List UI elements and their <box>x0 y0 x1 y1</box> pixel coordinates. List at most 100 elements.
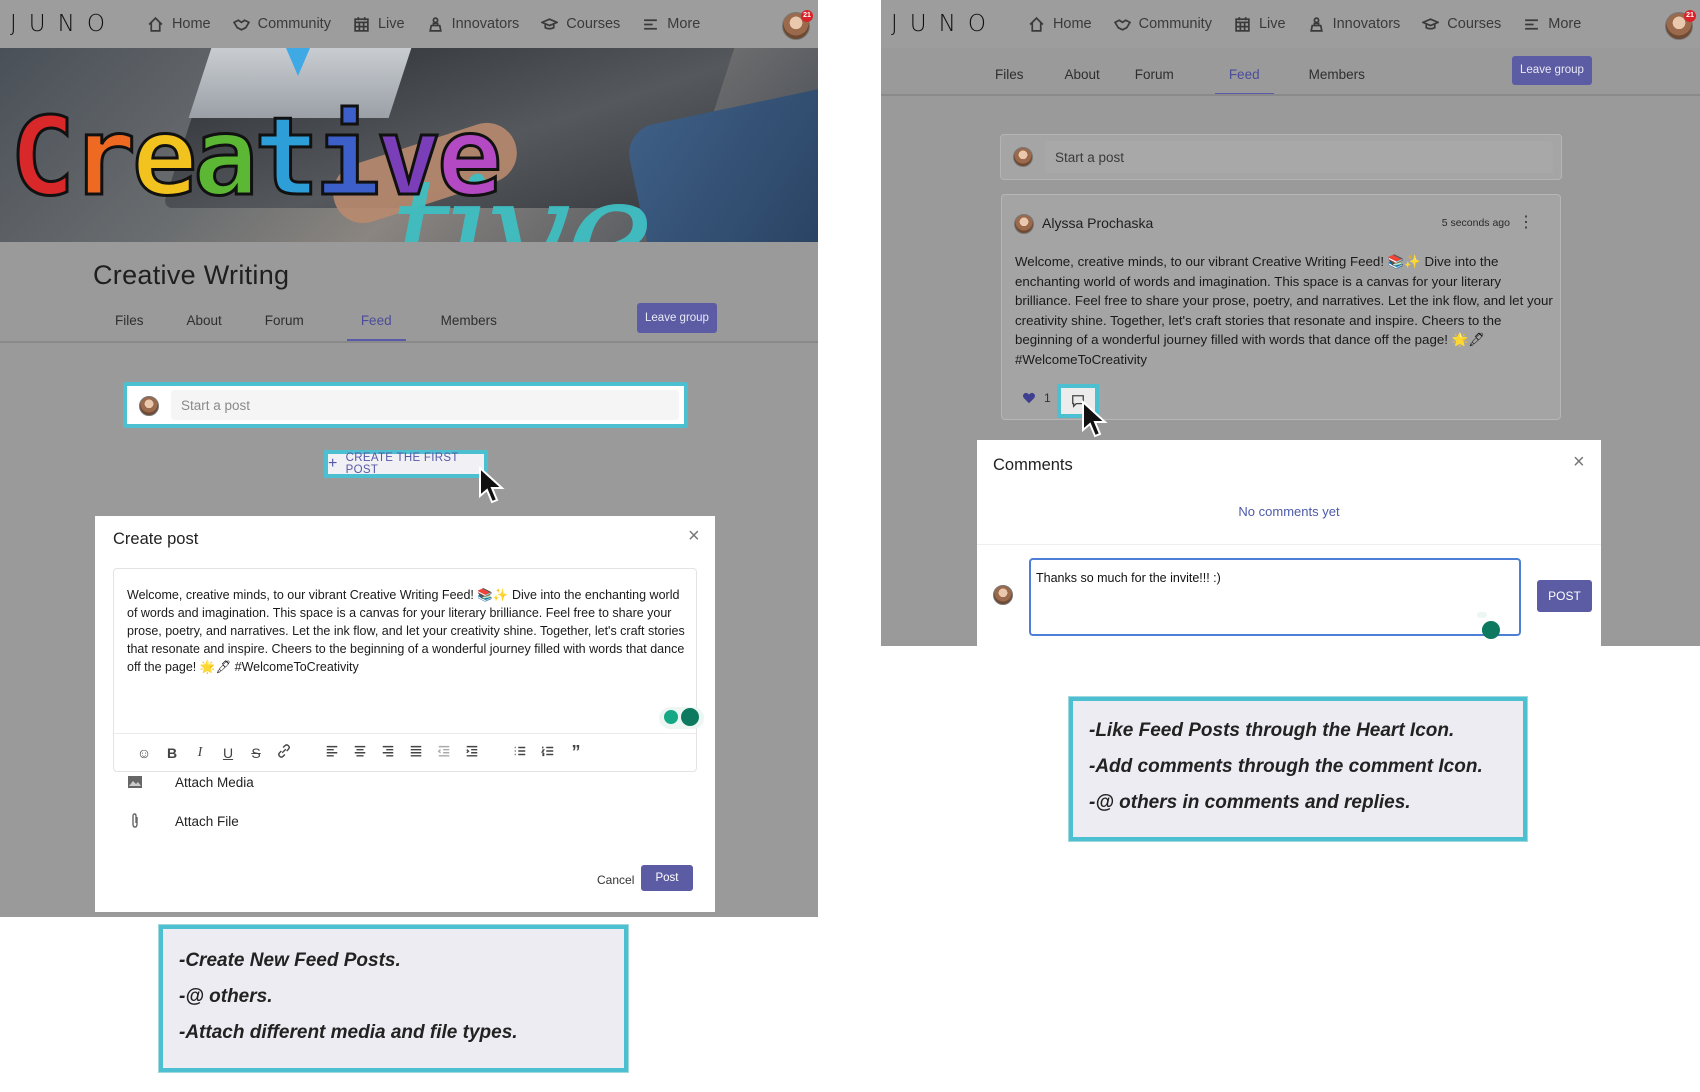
callout-line: -@ others in comments and replies. <box>1089 792 1411 813</box>
home-icon <box>1029 16 1044 32</box>
nav-home[interactable]: Home <box>1028 16 1092 33</box>
group-banner: tive Creative <box>0 48 818 242</box>
align-right-icon[interactable] <box>374 744 402 761</box>
tab-feed[interactable]: Feed <box>346 313 406 341</box>
start-post-input[interactable]: Start a post <box>1045 141 1553 173</box>
tab-members[interactable]: Members <box>1309 67 1365 82</box>
grammarly-logo-icon <box>681 708 699 726</box>
nav-innovators[interactable]: Innovators <box>1308 16 1401 33</box>
emoji-icon[interactable]: ☺ <box>130 745 158 761</box>
post-button[interactable]: Post <box>641 865 693 891</box>
mouse-cursor-icon <box>1082 400 1108 438</box>
nav-courses[interactable]: Courses <box>1422 16 1501 33</box>
nav-more-label: More <box>667 16 701 32</box>
comments-divider <box>977 544 1601 545</box>
nav-live[interactable]: Live <box>353 16 405 33</box>
nav-community-label: Community <box>1138 16 1212 32</box>
nav-community-label: Community <box>257 16 331 32</box>
nav-courses[interactable]: Courses <box>541 16 620 33</box>
close-icon[interactable]: × <box>1573 452 1585 472</box>
link-icon[interactable] <box>270 744 298 761</box>
tab-feed[interactable]: Feed <box>1214 67 1274 95</box>
grammarly-widget[interactable] <box>1477 612 1500 639</box>
align-left-icon[interactable] <box>318 744 346 761</box>
tab-forum[interactable]: Forum <box>1135 67 1174 82</box>
comments-panel: Comments × No comments yet Thanks so muc… <box>977 440 1601 646</box>
nav-innovators-label: Innovators <box>1332 16 1401 32</box>
left-callout: -Create New Feed Posts. -@ others. -Atta… <box>159 925 628 1072</box>
notification-badge: 21 <box>1684 10 1696 22</box>
tab-about[interactable]: About <box>187 313 222 328</box>
attach-media-label: Attach Media <box>175 774 254 790</box>
header-divider <box>881 94 1700 96</box>
top-nav: JUNO Home Community Live Innovators Cour… <box>0 0 818 48</box>
nav-community[interactable]: Community <box>232 16 331 33</box>
nav-home-label: Home <box>171 16 211 32</box>
like-button[interactable]: 1 <box>1022 391 1051 405</box>
header-divider <box>0 341 818 343</box>
bold-icon[interactable]: B <box>158 745 186 761</box>
like-count: 1 <box>1044 391 1051 405</box>
more-options-icon[interactable]: ⋮ <box>1518 215 1534 231</box>
start-post-input[interactable]: Start a post <box>171 390 679 420</box>
callout-line: -Like Feed Posts through the Heart Icon. <box>1089 720 1455 741</box>
post-author[interactable]: Alyssa Prochaska <box>1042 215 1153 231</box>
attach-file-label: Attach File <box>175 813 239 829</box>
grammarly-widget[interactable] <box>659 707 704 729</box>
quote-icon[interactable]: ” <box>562 742 590 763</box>
nav-live[interactable]: Live <box>1234 16 1286 33</box>
underline-icon[interactable]: U <box>214 745 242 761</box>
nav-innovators[interactable]: Innovators <box>427 16 519 33</box>
align-center-icon[interactable] <box>346 744 374 761</box>
indent-icon[interactable] <box>458 744 486 761</box>
cancel-button[interactable]: Cancel <box>597 873 634 887</box>
bullet-list-icon[interactable] <box>506 744 534 761</box>
tab-files[interactable]: Files <box>115 313 144 328</box>
group-tabs: Files About Forum Feed Members <box>115 313 497 341</box>
comment-input[interactable]: Thanks so much for the invite!!! :) <box>1029 558 1521 639</box>
menu-lines-icon <box>644 18 658 30</box>
nav-live-label: Live <box>1258 16 1286 32</box>
paperclip-icon <box>132 813 138 828</box>
nav-live-label: Live <box>377 16 405 32</box>
leave-group-button[interactable]: Leave group <box>637 303 717 333</box>
nav-more[interactable]: More <box>1523 16 1581 33</box>
tab-files[interactable]: Files <box>995 67 1024 82</box>
left-screenshot-panel: JUNO Home Community Live Innovators Cour… <box>0 0 818 917</box>
right-callout: -Like Feed Posts through the Heart Icon.… <box>1069 697 1527 841</box>
juno-logo[interactable]: JUNO <box>891 11 998 37</box>
tab-forum[interactable]: Forum <box>265 313 304 328</box>
plus-icon: + <box>328 455 338 472</box>
tab-members[interactable]: Members <box>441 313 497 328</box>
banner-title-art: Creative <box>8 95 503 220</box>
comments-title: Comments <box>993 456 1073 474</box>
outdent-icon[interactable] <box>430 744 458 761</box>
grammarly-bulb-icon <box>664 710 678 724</box>
create-first-post-label: CREATE THE FIRST POST <box>345 452 459 476</box>
juno-logo[interactable]: JUNO <box>10 11 117 37</box>
nav-community[interactable]: Community <box>1113 16 1212 33</box>
tab-about[interactable]: About <box>1065 67 1100 82</box>
post-timestamp: 5 seconds ago <box>1441 217 1510 229</box>
handshake-icon <box>232 18 250 31</box>
nav-courses-label: Courses <box>1447 16 1502 32</box>
notification-badge: 21 <box>801 10 813 22</box>
nav-more[interactable]: More <box>642 16 700 33</box>
dialog-title: Create post <box>113 530 199 548</box>
attach-media-button[interactable]: Attach Media <box>127 774 254 790</box>
handshake-icon <box>1113 18 1131 31</box>
nav-courses-label: Courses <box>566 16 621 32</box>
create-first-post-button[interactable]: + CREATE THE FIRST POST <box>324 450 488 478</box>
italic-icon[interactable]: I <box>186 745 214 761</box>
numbered-list-icon[interactable] <box>534 744 562 761</box>
strikethrough-icon[interactable]: S <box>242 745 270 761</box>
attach-file-button[interactable]: Attach File <box>127 813 239 829</box>
leave-group-button[interactable]: Leave group <box>1512 56 1592 85</box>
post-editor[interactable]: Welcome, creative minds, to our vibrant … <box>113 568 704 772</box>
close-icon[interactable]: × <box>688 526 700 546</box>
align-justify-icon[interactable] <box>402 744 430 761</box>
post-editor-text[interactable]: Welcome, creative minds, to our vibrant … <box>127 586 687 676</box>
person-podium-icon <box>1309 16 1323 32</box>
nav-home[interactable]: Home <box>147 16 211 33</box>
comment-post-button[interactable]: POST <box>1537 580 1592 612</box>
